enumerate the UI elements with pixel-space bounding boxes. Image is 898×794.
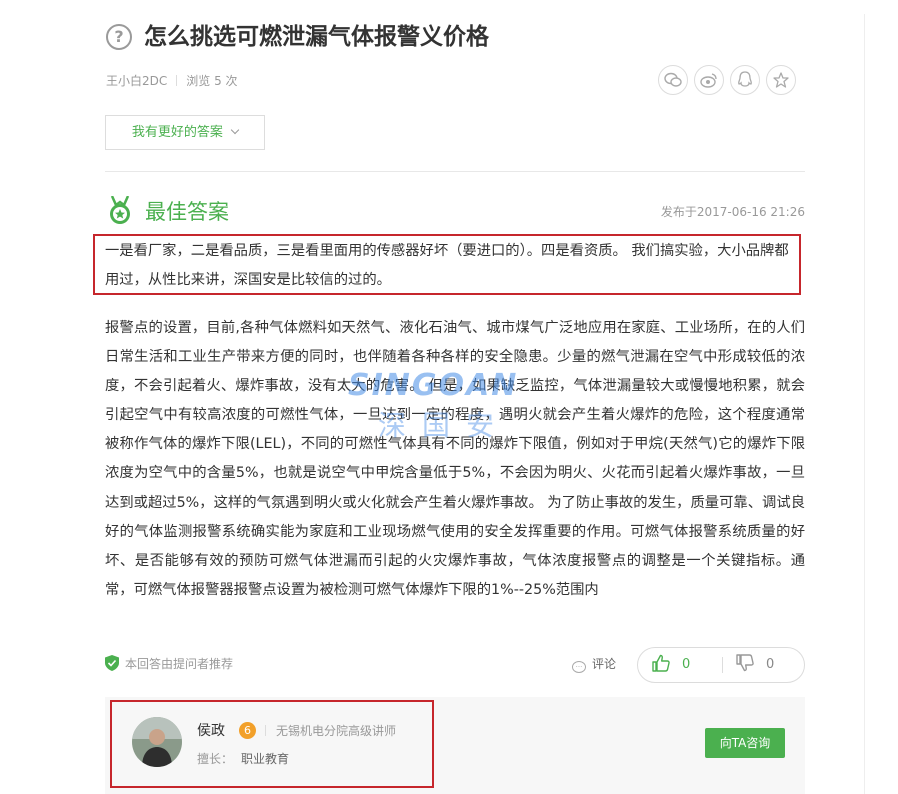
specialty-value[interactable]: 职业教育	[241, 752, 289, 766]
question-title: 怎么挑选可燃泄漏气体报警义价格	[144, 24, 489, 50]
answer-highlight-text: 一是看厂家，二是看品质，三是看里面用的传感器好坏（要进口的）。四是看资质。 我们…	[105, 243, 789, 288]
answerer-title: 无锡机电分院高级讲师	[265, 722, 396, 740]
thumbs-up-icon	[652, 654, 670, 672]
star-icon[interactable]	[766, 65, 796, 95]
downvote-count: 0	[766, 657, 775, 672]
downvote-button[interactable]: 0	[736, 648, 774, 682]
view-count: 浏览 5 次	[186, 74, 238, 88]
avatar[interactable]	[132, 717, 182, 767]
wechat-icon[interactable]	[658, 65, 688, 95]
thumbs-down-icon	[736, 654, 754, 672]
shield-check-icon	[105, 655, 119, 671]
medal-icon	[110, 196, 130, 224]
recommended-note: 本回答由提问者推荐	[105, 655, 233, 673]
recommended-label: 本回答由提问者推荐	[125, 657, 234, 671]
comment-label: 评论	[592, 657, 617, 671]
content-divider	[864, 14, 865, 794]
level-badge-icon: 6	[239, 722, 256, 739]
publish-date: 发布于2017-06-16 21:26	[660, 205, 805, 219]
better-answer-label: 我有更好的答案	[131, 125, 223, 140]
question-author[interactable]: 王小白2DC	[106, 74, 167, 88]
weibo-icon[interactable]	[694, 65, 724, 95]
consult-button[interactable]: 向TA咨询	[705, 728, 785, 758]
comment-button[interactable]: ··· 评论	[572, 655, 616, 673]
answerer-title-text: 无锡机电分院高级讲师	[276, 724, 397, 738]
answer-body-text: 报警点的设置，目前,各种气体燃料如天然气、液化石油气、城市煤气广泛地应用在家庭、…	[105, 320, 805, 598]
upvote-button[interactable]: 0	[652, 648, 690, 682]
upvote-count: 0	[682, 657, 691, 672]
better-answer-button[interactable]: 我有更好的答案	[105, 115, 265, 150]
qq-icon[interactable]	[730, 65, 760, 95]
question-icon: ?	[106, 24, 132, 50]
specialty-label: 擅长：	[197, 752, 234, 766]
comment-icon: ···	[572, 661, 586, 673]
section-divider	[105, 171, 805, 172]
answerer-specialty: 擅长： 职业教育	[197, 750, 289, 768]
best-answer-heading: 最佳答案	[145, 200, 229, 224]
vote-box: 0 0	[637, 647, 805, 683]
vote-separator	[722, 657, 723, 673]
question-page: ? 怎么挑选可燃泄漏气体报警义价格 王小白2DC 浏览 5 次 我有更好的答案 最…	[0, 0, 898, 794]
chevron-down-icon	[230, 125, 240, 135]
answerer-name[interactable]: 侯政	[197, 722, 225, 740]
question-meta: 王小白2DC 浏览 5 次	[106, 72, 238, 90]
